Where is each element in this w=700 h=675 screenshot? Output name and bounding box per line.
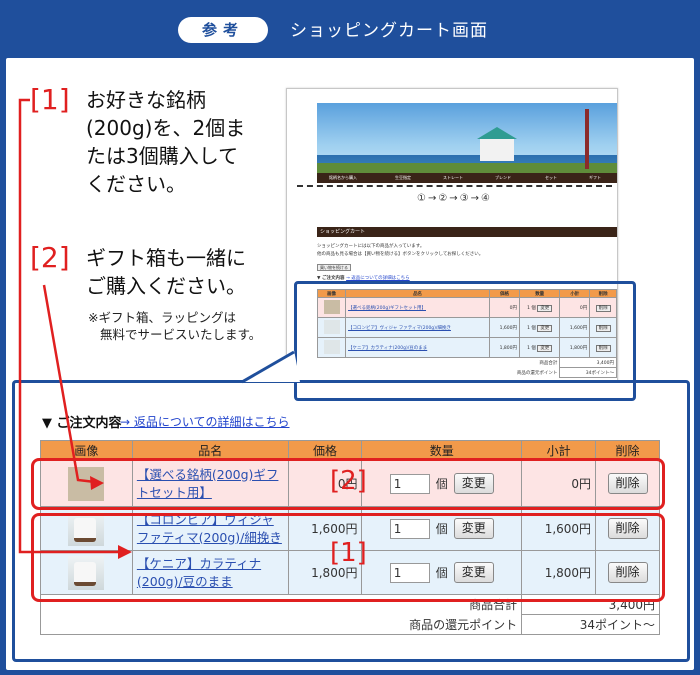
connector-arrows <box>18 98 132 559</box>
